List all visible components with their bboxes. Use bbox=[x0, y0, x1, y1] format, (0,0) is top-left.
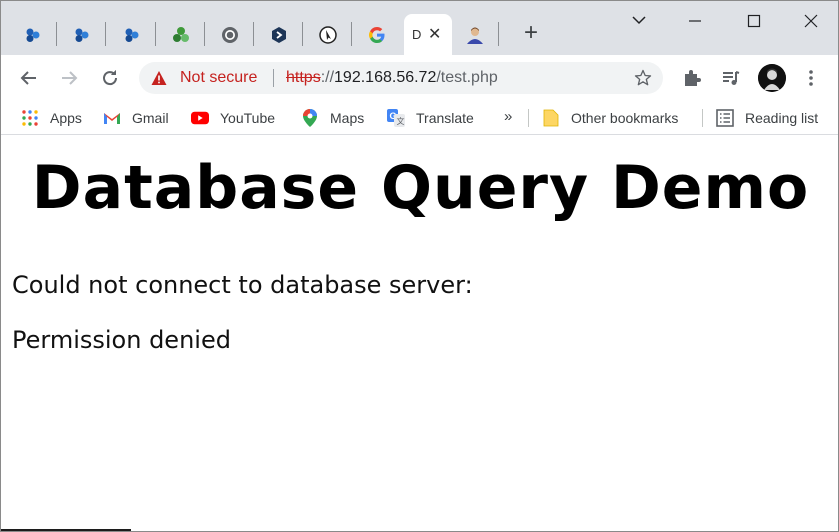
kebab-menu-icon bbox=[809, 70, 813, 86]
bookmark-label: Apps bbox=[50, 110, 82, 126]
omnibox-divider bbox=[273, 69, 274, 87]
svg-text:文: 文 bbox=[397, 116, 405, 126]
gmail-icon bbox=[103, 109, 121, 127]
reading-list-button[interactable]: Reading list bbox=[716, 107, 818, 129]
maximize-button[interactable] bbox=[742, 9, 766, 33]
menu-button[interactable] bbox=[800, 67, 822, 89]
minimize-button[interactable] bbox=[683, 9, 707, 33]
bookmark-label: Maps bbox=[330, 110, 365, 126]
arrow-left-icon bbox=[20, 71, 36, 85]
tab-active[interactable]: D ✕ bbox=[404, 14, 452, 55]
tab-7[interactable] bbox=[304, 14, 352, 55]
reading-list-icon bbox=[716, 109, 734, 127]
puzzle-icon bbox=[685, 70, 701, 86]
bookmark-maps[interactable]: Maps bbox=[301, 107, 364, 129]
bookmark-other-bookmarks[interactable]: Other bookmarks bbox=[542, 107, 678, 129]
bookmark-label: Reading list bbox=[745, 110, 819, 126]
bookmark-youtube[interactable]: YouTube bbox=[191, 107, 275, 129]
maps-pin-icon bbox=[301, 109, 319, 127]
hexagon-cluster-icon bbox=[75, 28, 89, 42]
bookmarks-bar: Apps Gmail YouTube Maps G文 Translate » O… bbox=[1, 101, 838, 135]
url-path: /test.php bbox=[436, 69, 498, 86]
person-avatar-icon bbox=[467, 27, 483, 44]
page-title: Database Query Demo bbox=[31, 153, 810, 223]
forward-button[interactable] bbox=[56, 65, 82, 91]
warning-icon[interactable] bbox=[151, 70, 167, 86]
media-control-button[interactable] bbox=[720, 67, 742, 89]
reload-icon bbox=[103, 70, 118, 86]
tab-3[interactable] bbox=[108, 14, 156, 55]
tab-6[interactable] bbox=[255, 14, 303, 55]
tab-strip: D ✕ + bbox=[1, 1, 838, 55]
maximize-icon bbox=[747, 14, 761, 28]
tab-8[interactable] bbox=[353, 14, 401, 55]
bookmark-label: Gmail bbox=[132, 110, 169, 126]
back-button[interactable] bbox=[16, 65, 42, 91]
close-window-button[interactable] bbox=[799, 9, 823, 33]
bookmark-apps[interactable]: Apps bbox=[21, 107, 82, 129]
cursor-logo-icon bbox=[319, 25, 337, 44]
translate-icon: G文 bbox=[387, 109, 405, 127]
address-bar[interactable]: Not secure https://192.168.56.72/test.ph… bbox=[139, 62, 663, 94]
url-separator: :// bbox=[320, 69, 335, 86]
bookmark-label: Translate bbox=[416, 110, 474, 126]
url-text[interactable]: https://192.168.56.72/test.php bbox=[286, 69, 498, 87]
green-recycle-icon bbox=[173, 26, 189, 42]
hexagon-cluster-icon bbox=[125, 28, 139, 42]
bookmark-gmail[interactable]: Gmail bbox=[103, 107, 169, 129]
tab-1[interactable] bbox=[9, 14, 57, 55]
profile-avatar-icon bbox=[758, 64, 786, 92]
folder-icon bbox=[542, 109, 560, 127]
close-icon bbox=[804, 14, 818, 28]
dark-shield-icon bbox=[272, 26, 286, 43]
bookmarks-overflow-button[interactable]: » bbox=[504, 108, 512, 125]
apps-grid-icon bbox=[21, 109, 39, 127]
chevron-down-icon bbox=[632, 16, 646, 25]
url-host: 192.168.56.72 bbox=[334, 69, 437, 86]
bookmark-label: Other bookmarks bbox=[571, 110, 679, 126]
bookmarks-divider bbox=[702, 109, 703, 127]
close-icon[interactable]: ✕ bbox=[428, 26, 441, 43]
chrome-icon bbox=[222, 26, 238, 43]
minimize-icon bbox=[689, 20, 701, 22]
tab-title: D bbox=[412, 27, 422, 42]
tab-search-button[interactable] bbox=[627, 9, 651, 33]
arrow-right-icon bbox=[62, 71, 78, 85]
tab-4[interactable] bbox=[157, 14, 205, 55]
not-secure-label[interactable]: Not secure bbox=[180, 69, 257, 87]
youtube-icon bbox=[191, 109, 209, 127]
reload-button[interactable] bbox=[97, 65, 123, 91]
extensions-button[interactable] bbox=[681, 67, 703, 89]
url-scheme: https bbox=[286, 69, 321, 86]
hexagon-cluster-icon bbox=[26, 28, 40, 42]
bookmark-star-icon[interactable] bbox=[633, 68, 653, 88]
error-message: Could not connect to database server: bbox=[12, 271, 473, 299]
google-g-icon bbox=[369, 26, 385, 43]
bookmarks-divider bbox=[528, 109, 529, 127]
profile-avatar[interactable] bbox=[758, 64, 786, 92]
playlist-icon bbox=[723, 71, 740, 85]
tab-10[interactable] bbox=[451, 14, 499, 55]
error-detail: Permission denied bbox=[12, 326, 231, 354]
tab-5[interactable] bbox=[206, 14, 254, 55]
new-tab-button[interactable]: + bbox=[518, 21, 544, 47]
page-content: Database Query Demo Could not connect to… bbox=[2, 141, 838, 531]
bookmark-translate[interactable]: G文 Translate bbox=[387, 107, 474, 129]
toolbar: Not secure https://192.168.56.72/test.ph… bbox=[1, 55, 838, 101]
tab-2[interactable] bbox=[58, 14, 106, 55]
bookmark-label: YouTube bbox=[220, 110, 276, 126]
browser-window: D ✕ + Not secure https://192.168.56.72/t… bbox=[0, 0, 839, 532]
